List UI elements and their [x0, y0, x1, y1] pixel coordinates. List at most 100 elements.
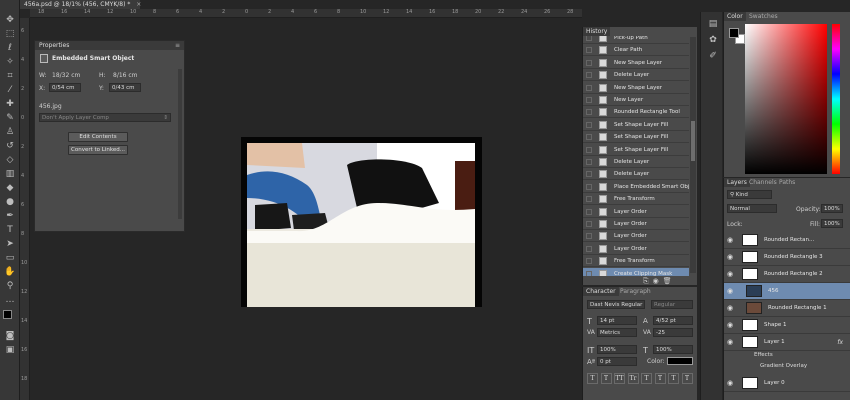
history-source-checkbox[interactable] [586, 221, 592, 227]
history-state[interactable]: New Shape Layer [583, 82, 689, 94]
history-source-checkbox[interactable] [586, 146, 592, 153]
history-source-checkbox[interactable] [586, 72, 592, 79]
layer-row[interactable]: ◉ Rounded Rectangle 3 [724, 249, 850, 266]
text-style-button[interactable]: T [587, 373, 598, 384]
edit-contents-button[interactable]: Edit Contents [68, 132, 128, 142]
layer-name[interactable]: Rounded Rectan... [764, 232, 814, 249]
font-size-field[interactable]: 14 pt [597, 316, 637, 325]
layer-comp-select[interactable]: Don't Apply Layer Comp ⇕ [39, 113, 171, 122]
blur-tool-icon[interactable]: ◆ [3, 182, 17, 194]
visibility-eye-icon[interactable]: ◉ [727, 271, 735, 278]
stamp-tool-icon[interactable]: ♙ [3, 126, 17, 138]
history-state[interactable]: Free Transform [583, 255, 689, 268]
history-state[interactable]: Clear Path [583, 44, 689, 57]
history-state[interactable]: Place Embedded Smart Obj... [583, 181, 689, 193]
layer-name[interactable]: Layer 1 [764, 334, 785, 351]
history-state[interactable]: Set Shape Layer Fill [583, 144, 689, 156]
quick-mask-icon[interactable]: ◙ [3, 330, 17, 342]
history-state[interactable]: New Shape Layer [583, 57, 689, 69]
color-field[interactable] [745, 24, 827, 174]
convert-to-linked-button[interactable]: Convert to Linked... [68, 145, 128, 155]
layer-row[interactable]: ◉ Rounded Rectangle 2 [724, 266, 850, 283]
layer-row[interactable]: ◉ Rounded Rectangle 1 [724, 300, 850, 317]
history-state[interactable]: Layer Order [583, 218, 689, 230]
history-source-checkbox[interactable] [586, 233, 592, 240]
horizontal-scale-field[interactable]: 100% [653, 345, 693, 354]
history-source-checkbox[interactable] [586, 47, 592, 54]
history-state[interactable]: Free Transform [583, 193, 689, 206]
history-source-checkbox[interactable] [586, 109, 592, 116]
foreground-color-swatch[interactable] [3, 310, 12, 319]
gradient-tool-icon[interactable]: ▥ [3, 168, 17, 180]
history-state[interactable]: Delete Layer [583, 156, 689, 168]
paths-tab[interactable]: Paths [776, 178, 798, 187]
history-scrollbar[interactable] [690, 37, 696, 273]
lasso-tool-icon[interactable]: ℓ [3, 42, 17, 54]
history-scroll-thumb[interactable] [691, 121, 695, 161]
layer-name[interactable]: Layer 0 [764, 375, 785, 392]
layer-comps-icon[interactable]: ▤ [706, 18, 720, 30]
history-state[interactable]: Delete Layer [583, 69, 689, 82]
layer-row[interactable]: ◉ Layer 1 fx [724, 334, 850, 351]
close-tab-icon[interactable]: × [136, 1, 141, 8]
text-style-button[interactable]: T [668, 373, 679, 384]
brush-presets-icon[interactable]: ✿ [706, 34, 720, 46]
magic-wand-tool-icon[interactable]: ✧ [3, 56, 17, 68]
properties-scrollbar[interactable] [178, 69, 182, 219]
history-state[interactable]: Pick-up Path [583, 36, 689, 44]
delete-state-icon[interactable]: 🗑 [663, 277, 676, 285]
pen-tool-icon[interactable]: ✒ [3, 210, 17, 222]
layer-row[interactable]: ◉ Layer 0 [724, 375, 850, 392]
move-tool-icon[interactable]: ✥ [3, 14, 17, 26]
layer-name[interactable]: Shape 1 [764, 317, 786, 334]
visibility-eye-icon[interactable]: ◉ [727, 254, 735, 261]
history-source-checkbox[interactable] [586, 183, 592, 190]
history-source-checkbox[interactable] [586, 121, 592, 128]
snapshot-icon[interactable]: ◉ [653, 277, 663, 285]
history-source-checkbox[interactable] [586, 196, 592, 203]
history-source-checkbox[interactable] [586, 84, 592, 91]
shape-tool-icon[interactable]: ▭ [3, 252, 17, 264]
history-state[interactable]: Layer Order [583, 206, 689, 218]
layer-row[interactable]: ◉ Rounded Rectan... [724, 232, 850, 249]
text-style-button[interactable]: T [600, 373, 612, 384]
visibility-eye-icon[interactable]: ◉ [727, 380, 735, 387]
layer-name[interactable]: Rounded Rectangle 1 [768, 300, 827, 317]
panel-menu-icon[interactable]: ≡ [175, 41, 180, 50]
height-value[interactable]: 8/16 cm [113, 72, 138, 79]
history-source-checkbox[interactable] [586, 159, 592, 165]
gradient-overlay-effect[interactable]: Gradient Overlay [760, 363, 807, 369]
blend-mode-select[interactable]: Normal [727, 204, 777, 213]
history-state[interactable]: Set Shape Layer Fill [583, 119, 689, 131]
history-state[interactable]: Layer Order [583, 230, 689, 243]
effects-label[interactable]: Effects [754, 352, 773, 358]
kerning-field[interactable]: Metrics [597, 328, 637, 337]
text-style-button[interactable]: T [681, 373, 693, 384]
layer-row[interactable]: ◉ Shape 1 [724, 317, 850, 334]
path-selection-tool-icon[interactable]: ➤ [3, 238, 17, 250]
text-style-button[interactable]: TT [614, 373, 625, 384]
text-style-button[interactable]: T [641, 373, 652, 384]
tracking-field[interactable]: -25 [653, 328, 693, 337]
zoom-tool-icon[interactable]: ⚲ [3, 280, 17, 292]
visibility-eye-icon[interactable]: ◉ [727, 305, 735, 312]
history-source-checkbox[interactable] [586, 36, 592, 41]
hue-slider[interactable] [832, 24, 840, 174]
baseline-shift-field[interactable]: 0 pt [597, 357, 637, 366]
history-brush-tool-icon[interactable]: ↺ [3, 140, 17, 152]
history-state[interactable]: Delete Layer [583, 168, 689, 181]
layer-filter-select[interactable]: ⚲ Kind [727, 190, 772, 199]
history-state[interactable]: Create Clipping Mask [583, 267, 689, 276]
fx-icon[interactable]: fx [837, 334, 843, 351]
crop-tool-icon[interactable]: ⌗ [3, 70, 17, 82]
paragraph-tab[interactable]: Paragraph [617, 287, 654, 296]
x-field[interactable]: 0/54 cm [49, 83, 81, 92]
swatches-tab[interactable]: Swatches [746, 12, 781, 21]
tool-presets-icon[interactable]: ✐ [706, 50, 720, 62]
leading-field[interactable]: 4/52 pt [653, 316, 693, 325]
opacity-field[interactable]: 100% [821, 204, 843, 213]
text-style-button[interactable]: T [654, 373, 666, 384]
channels-tab[interactable]: Channels [746, 178, 780, 187]
new-document-from-state-icon[interactable]: ⎘ [643, 277, 653, 285]
history-state[interactable]: Rounded Rectangle Tool [583, 106, 689, 119]
